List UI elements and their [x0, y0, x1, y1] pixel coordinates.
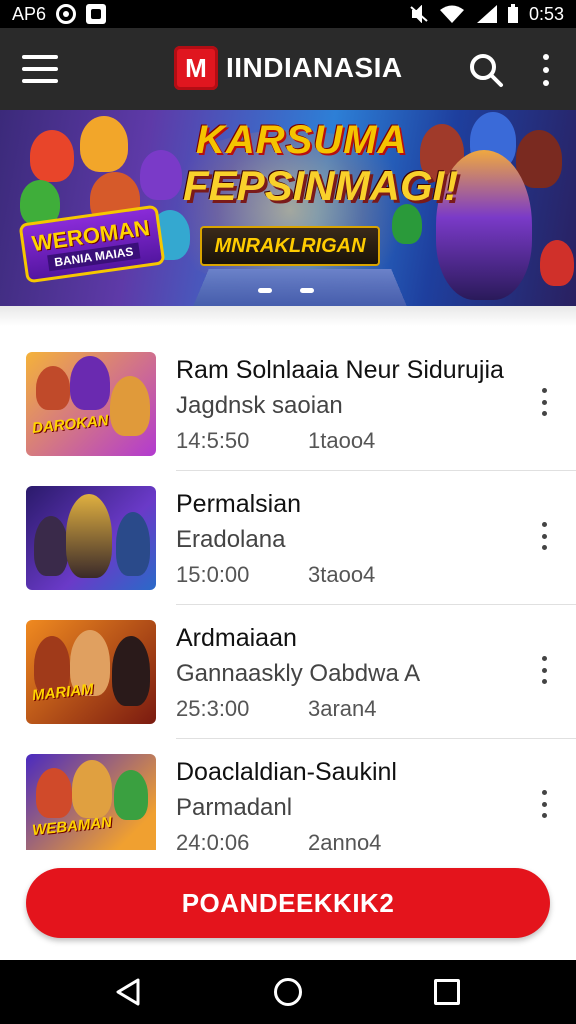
- home-icon[interactable]: [274, 978, 302, 1006]
- item-count: 2anno4: [308, 830, 382, 850]
- item-title: Ram Solnlaaia Neur Sidurujia: [176, 356, 504, 384]
- item-time: 15:0:00: [176, 562, 250, 587]
- status-time: 0:53: [528, 3, 564, 24]
- item-title: Ardmaiaan: [176, 624, 297, 652]
- promo-banner[interactable]: KARSUMA FEPSINMAGI! WEROMAN BANIA MAIAS …: [0, 110, 576, 306]
- character-figure: [30, 130, 74, 182]
- thumbnail-text: WEBAMAN: [31, 813, 113, 840]
- item-count: 3taoo4: [308, 562, 376, 587]
- record-icon: [56, 4, 77, 24]
- item-time: 24:0:06: [176, 830, 250, 850]
- list-item[interactable]: Permalsian Eradolana 15:0:00 3taoo4: [0, 460, 576, 605]
- item-count: 3aran4: [308, 696, 377, 721]
- mute-icon: [410, 5, 428, 23]
- wifi-icon: [439, 5, 464, 23]
- menu-icon[interactable]: [22, 55, 58, 83]
- item-more-icon[interactable]: [538, 656, 550, 684]
- app-logo: M: [174, 46, 218, 90]
- list-item[interactable]: DAROKAN Ram Solnlaaia Neur Sidurujia Jag…: [0, 326, 576, 471]
- banner-shadow: [0, 306, 576, 326]
- item-subtitle: Eradolana: [176, 526, 286, 553]
- item-subtitle: Jagdnsk saoian: [176, 392, 343, 419]
- thumbnail-text: DAROKAN: [31, 412, 110, 437]
- item-more-icon[interactable]: [538, 388, 550, 416]
- pager-dot[interactable]: [258, 288, 272, 293]
- item-subtitle: Gannaaskly Oabdwa A: [176, 660, 421, 687]
- banner-subtitle: MNRAKLRIGAN: [200, 226, 380, 266]
- more-vert-icon[interactable]: [536, 54, 556, 86]
- list-item[interactable]: MARIAM Ardmaiaan Gannaaskly Oabdwa A 25:…: [0, 594, 576, 739]
- item-thumbnail: MARIAM: [26, 620, 156, 724]
- carrier-label: AP6: [12, 3, 47, 24]
- signal-icon: [476, 5, 497, 23]
- app-bar: M IINDIANASIA: [0, 28, 576, 110]
- item-time: 14:5:50: [176, 428, 250, 453]
- recents-icon[interactable]: [434, 979, 460, 1005]
- item-count: 1taoo4: [308, 428, 376, 453]
- item-thumbnail: WEBAMAN: [26, 754, 156, 850]
- item-more-icon[interactable]: [538, 522, 550, 550]
- character-figure: [140, 150, 182, 200]
- content-list: DAROKAN Ram Solnlaaia Neur Sidurujia Jag…: [0, 326, 576, 850]
- navigation-bar: [0, 960, 576, 1024]
- item-thumbnail: DAROKAN: [26, 352, 156, 456]
- character-figure: [80, 116, 128, 172]
- back-icon[interactable]: [114, 978, 142, 1006]
- banner-title-line2: FEPSINMAGI!: [183, 162, 459, 209]
- banner-pager: [258, 288, 314, 293]
- item-more-icon[interactable]: [538, 790, 550, 818]
- image-icon: [86, 4, 107, 24]
- item-subtitle: Parmadanl: [176, 794, 293, 821]
- search-icon[interactable]: [468, 52, 504, 88]
- battery-icon: [507, 4, 518, 23]
- primary-action-button[interactable]: POANDEEKKIK2: [26, 868, 550, 938]
- item-title: Doaclaldian-Saukinl: [176, 758, 397, 786]
- brand: M IINDIANASIA: [174, 46, 403, 90]
- status-bar: AP6 0:53: [0, 0, 576, 28]
- character-figure: [516, 130, 562, 188]
- list-item[interactable]: WEBAMAN Doaclaldian-Saukinl Parmadanl 24…: [0, 728, 576, 850]
- item-title: Permalsian: [176, 490, 302, 518]
- character-figure: [392, 204, 422, 244]
- pager-dot[interactable]: [300, 288, 314, 293]
- banner-title-line1: KARSUMA: [196, 118, 408, 162]
- item-thumbnail: [26, 486, 156, 590]
- app-title: IINDIANASIA: [226, 52, 403, 83]
- character-figure: [540, 240, 574, 286]
- item-time: 25:3:00: [176, 696, 250, 721]
